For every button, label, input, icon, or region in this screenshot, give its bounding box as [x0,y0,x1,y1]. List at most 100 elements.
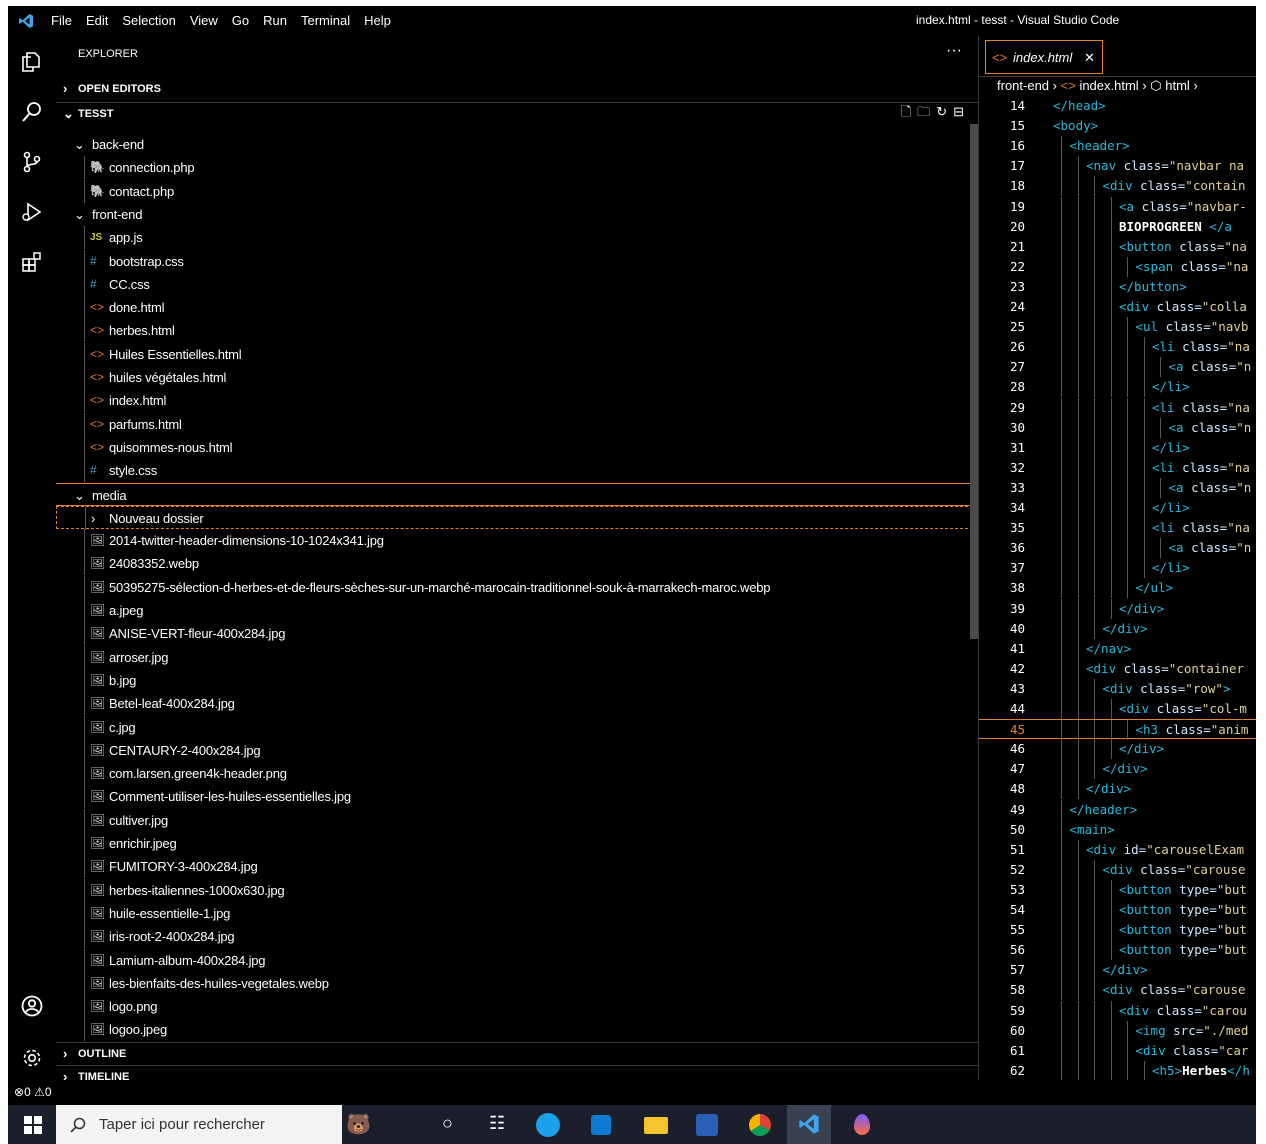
tree-file[interactable]: 🖼 arroser.jpg [56,645,978,669]
menu-help[interactable]: Help [364,13,391,28]
tree-file[interactable]: 🖼 logo.png [56,995,978,1019]
code-line[interactable]: 38 </ul> [979,578,1256,599]
section-open-editors[interactable]: › OPEN EDITORS [56,78,978,100]
code-line[interactable]: 35 <li class="na [979,518,1256,539]
code-line[interactable]: 54 <button type="but [979,900,1256,920]
run-debug-icon[interactable] [20,200,44,224]
menu-run[interactable]: Run [263,13,287,28]
code-line[interactable]: 25 <ul class="navb [979,317,1256,338]
code-line[interactable]: 59 <div class="carou [979,1000,1256,1021]
tree-file[interactable]: <> parfums.html [56,412,978,436]
code-line[interactable]: 24 <div class="colla [979,297,1256,317]
tree-file[interactable]: # CC.css [56,272,978,296]
tree-file[interactable]: 🖼 b.jpg [56,668,978,692]
code-line[interactable]: 19 <a class="navbar- [979,196,1256,217]
code-line[interactable]: 58 <div class="carouse [979,980,1256,1001]
taskbar-search[interactable]: Taper ici pour rechercher 🐻 [56,1105,371,1144]
cortana-icon[interactable]: ○ [442,1113,453,1134]
breadcrumb-folder[interactable]: front-end [997,78,1049,93]
code-line[interactable]: 50 <main> [979,819,1256,840]
code-line[interactable]: 32 <li class="na [979,457,1256,478]
code-line[interactable]: 20 BIOPROGREEN </a [979,216,1256,237]
code-line[interactable]: 62 <h5>Herbes</h [979,1060,1256,1081]
tree-scrollbar[interactable] [970,124,978,639]
code-line[interactable]: 29 <li class="na [979,397,1256,418]
code-line[interactable]: 37 </li> [979,558,1256,579]
breadcrumb-symbol[interactable]: html [1165,78,1190,93]
code-line[interactable]: 21 <button class="na [979,236,1256,257]
code-line[interactable]: 34 </li> [979,498,1256,518]
tree-file[interactable]: 🖼 cultiver.jpg [56,808,978,832]
tree-file[interactable]: 🖼 herbes-italiennes-1000x630.jpg [56,878,978,902]
chrome-icon[interactable] [749,1114,771,1136]
tree-file[interactable]: 🖼 Lamium-album-400x284.jpg [56,948,978,972]
code-line[interactable]: 55 <button type="but [979,920,1256,941]
code-line[interactable]: 16 <header> [979,136,1256,157]
code-line[interactable]: 47 </div> [979,759,1256,780]
code-line[interactable]: 15 <body> [979,116,1256,136]
code-line[interactable]: 39 </div> [979,598,1256,619]
tab-index-html[interactable]: <> index.html ✕ [985,40,1103,74]
menu-selection[interactable]: Selection [122,13,175,28]
code-line[interactable]: 36 <a class="n [979,538,1256,559]
code-line[interactable]: 17 <nav class="navbar na [979,156,1256,177]
breadcrumb-file[interactable]: index.html [1079,78,1138,93]
windows-start-icon[interactable] [24,1116,42,1134]
tree-file[interactable]: 🖼 a.jpeg [56,599,978,622]
tree-file[interactable]: 🖼 com.larsen.green4k-header.png [56,762,978,786]
code-line[interactable]: 48 </div> [979,779,1256,800]
code-line[interactable]: 44 <div class="col-m [979,699,1256,719]
section-outline[interactable]: › OUTLINE [56,1042,978,1065]
search-icon[interactable] [20,100,44,124]
code-line[interactable]: 28 </li> [979,377,1256,398]
code-line[interactable]: 56 <button type="but [979,940,1256,961]
file-explorer-icon[interactable] [644,1117,668,1134]
close-icon[interactable]: ✕ [1084,50,1095,66]
tree-file[interactable]: <> herbes.html [56,319,978,343]
tree-file[interactable]: 🖼 les-bienfaits-des-huiles-vegetales.webp [56,971,978,995]
code-line[interactable]: 40 </div> [979,618,1256,639]
tree-file[interactable]: 🖼 enrichir.jpeg [56,832,978,855]
code-line[interactable]: 18 <div class="contain [979,176,1256,197]
code-line[interactable]: 45 <h3 class="anim [979,719,1256,741]
code-line[interactable]: 61 <div class="car [979,1040,1256,1061]
refresh-icon[interactable]: ↻ [936,104,953,119]
tree-file[interactable]: 🖼 iris-root-2-400x284.jpg [56,925,978,949]
section-workspace[interactable]: ⌄ TESST [56,102,978,125]
explorer-more-actions[interactable]: ··· [946,42,962,60]
code-line[interactable]: 43 <div class="row"> [979,678,1256,699]
code-line[interactable]: 57 </div> [979,960,1256,981]
menu-go[interactable]: Go [232,13,249,28]
accounts-icon[interactable] [20,994,44,1018]
tree-file[interactable]: <> index.html [56,389,978,413]
code-line[interactable]: 23 </button> [979,276,1256,297]
manage-gear-icon[interactable] [20,1046,44,1070]
code-line[interactable]: 51 <div id="carouselExam [979,839,1256,860]
explorer-icon[interactable] [20,50,44,74]
code-line[interactable]: 27 <a class="n [979,357,1256,378]
tree-file[interactable]: 🖼 50395275-sélection-d-herbes-et-de-fleur… [56,575,978,599]
task-view-icon[interactable]: ☷ [489,1113,505,1134]
menu-terminal[interactable]: Terminal [301,13,350,28]
tree-file[interactable]: 🖼 c.jpg [56,715,978,739]
tree-file[interactable]: 🖼 ANISE-VERT-fleur-400x284.jpg [56,622,978,646]
tree-folder[interactable]: ⌄ media [56,482,978,506]
tree-file[interactable]: 🖼 logoo.jpeg [56,1018,978,1042]
paint-drop-icon[interactable] [854,1114,870,1135]
code-line[interactable]: 14 </head> [979,96,1256,116]
collapse-all-icon[interactable]: ⊟ [953,104,970,119]
code-line[interactable]: 33 <a class="n [979,477,1256,498]
code-line[interactable]: 41 </nav> [979,638,1256,659]
tree-file[interactable]: 🐘 contact.php [56,179,978,203]
tree-file[interactable]: <> quisommes-nous.html [56,435,978,459]
tree-file[interactable]: <> Huiles Essentielles.html [56,342,978,366]
code-line[interactable]: 22 <span class="na [979,256,1256,277]
code-line[interactable]: 30 <a class="n [979,417,1256,438]
tree-file[interactable]: # bootstrap.css [56,249,978,273]
code-line[interactable]: 52 <div class="carouse [979,859,1256,880]
code-line[interactable]: 46 </div> [979,739,1256,760]
code-line[interactable]: 42 <div class="container [979,658,1256,679]
code-line[interactable]: 26 <li class="na [979,337,1256,358]
store-icon[interactable] [591,1115,611,1135]
tree-file[interactable]: 🖼 Comment-utiliser-les-huiles-essentielle… [56,785,978,809]
